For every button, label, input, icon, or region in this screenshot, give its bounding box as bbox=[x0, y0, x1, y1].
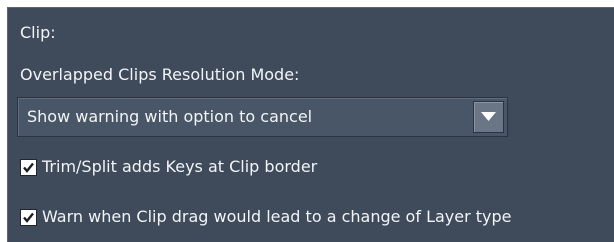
checkmark-icon bbox=[23, 212, 34, 223]
warn-layer-type-label: Warn when Clip drag would lead to a chan… bbox=[42, 207, 512, 226]
chevron-down-icon bbox=[481, 112, 496, 121]
preferences-panel: Clip: Overlapped Clips Resolution Mode: … bbox=[7, 7, 614, 242]
overlap-mode-value: Show warning with option to cancel bbox=[27, 107, 313, 126]
trim-split-label: Trim/Split adds Keys at Clip border bbox=[42, 157, 318, 176]
dropdown-arrow-button[interactable] bbox=[473, 101, 504, 133]
trim-split-checkbox[interactable] bbox=[20, 159, 37, 176]
section-title: Clip: bbox=[20, 23, 56, 42]
overlap-mode-dropdown[interactable]: Show warning with option to cancel bbox=[17, 97, 508, 137]
overlap-mode-label: Overlapped Clips Resolution Mode: bbox=[20, 65, 300, 84]
checkmark-icon bbox=[23, 162, 34, 173]
warn-layer-type-checkbox[interactable] bbox=[20, 209, 37, 226]
